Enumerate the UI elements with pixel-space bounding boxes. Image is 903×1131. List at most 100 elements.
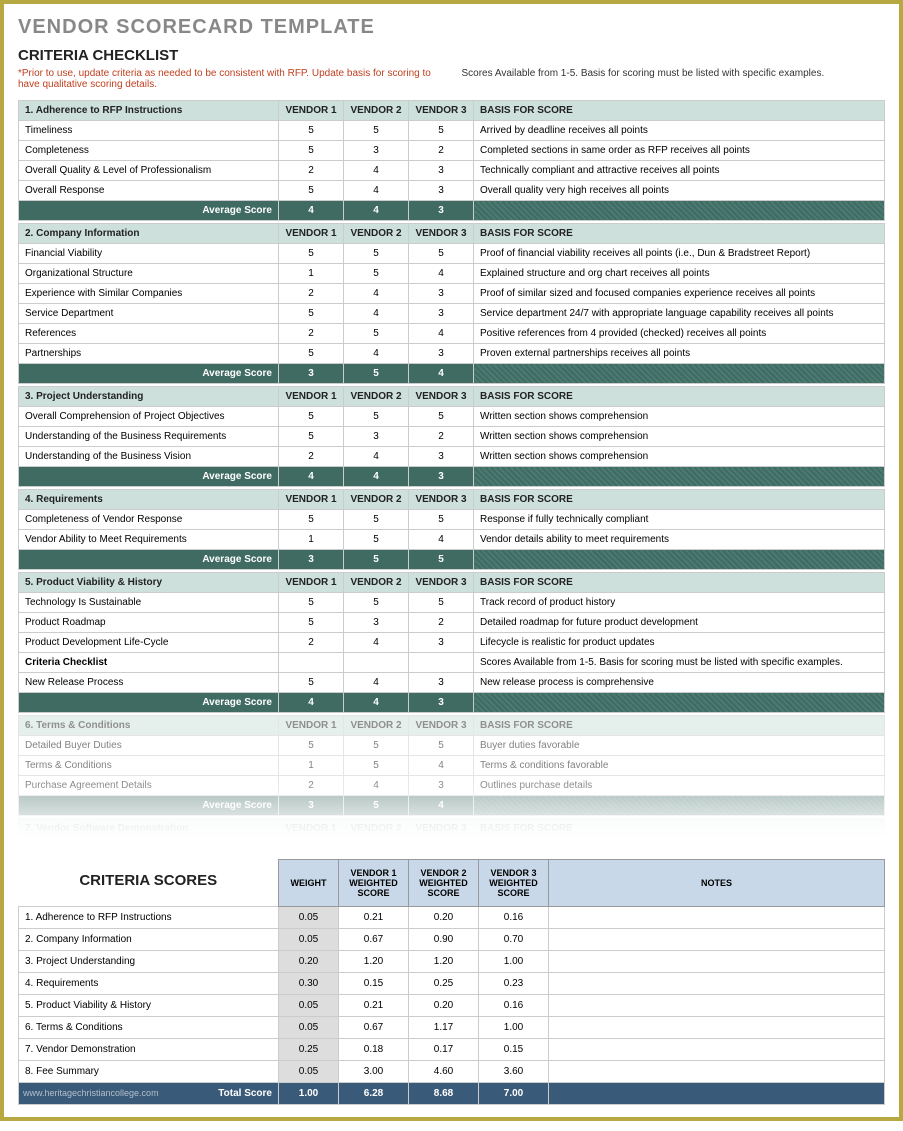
vendor2-score: 5	[344, 324, 409, 344]
vendor1-score: 2	[279, 324, 344, 344]
average-score-row: Average Score443	[19, 201, 885, 221]
basis-header: BASIS FOR SCORE	[474, 387, 885, 407]
avg-vendor3: 3	[409, 467, 474, 487]
score-criteria: 8. Fee Summary	[19, 1061, 279, 1083]
basis-text: Track record of product history	[474, 593, 885, 613]
score-weight: 0.05	[279, 995, 339, 1017]
vendor1-header: VENDOR 1	[279, 101, 344, 121]
score-vendor3: 0.23	[479, 973, 549, 995]
criteria-label: Understanding of the Business Vision	[19, 447, 279, 467]
basis-header: BASIS FOR SCORE	[474, 224, 885, 244]
criteria-label: Overall Comprehension of Project Objecti…	[19, 407, 279, 427]
score-vendor3: 1.00	[479, 1017, 549, 1039]
criteria-row: Terms & Conditions154Terms & conditions …	[19, 756, 885, 776]
vendor3-weighted-header: VENDOR 3 WEIGHTED SCORE	[479, 860, 549, 907]
criteria-row: Service Department543Service department …	[19, 304, 885, 324]
avg-vendor2: 5	[344, 364, 409, 384]
criteria-label: Organizational Structure	[19, 264, 279, 284]
section-header-row: 3. Project UnderstandingVENDOR 1VENDOR 2…	[19, 387, 885, 407]
basis-text: Overall quality very high receives all p…	[474, 181, 885, 201]
basis-header: BASIS FOR SCORE	[474, 716, 885, 736]
score-criteria: 5. Product Viability & History	[19, 995, 279, 1017]
vendor3-header: VENDOR 3	[409, 716, 474, 736]
avg-spacer	[474, 693, 885, 713]
vendor3-score: 5	[409, 121, 474, 141]
basis-text: Explained structure and org chart receiv…	[474, 264, 885, 284]
section-header-row: 2. Company InformationVENDOR 1VENDOR 2VE…	[19, 224, 885, 244]
score-vendor2: 0.90	[409, 929, 479, 951]
average-label: Average Score	[19, 467, 279, 487]
total-label-text: Total Score	[218, 1088, 272, 1099]
vendor3-score: 3	[409, 284, 474, 304]
vendor2-header: VENDOR 2	[344, 224, 409, 244]
score-weight: 0.05	[279, 929, 339, 951]
vendor3-score: 5	[409, 244, 474, 264]
avg-vendor2: 4	[344, 467, 409, 487]
section-title: 3. Project Understanding	[19, 387, 279, 407]
vendor2-score: 3	[344, 613, 409, 633]
vendor1-header: VENDOR 1	[279, 224, 344, 244]
score-weight: 0.25	[279, 1039, 339, 1061]
criteria-label: Completeness	[19, 141, 279, 161]
vendor1-score: 5	[279, 593, 344, 613]
vendor3-score: 5	[409, 510, 474, 530]
vendor2-score	[344, 653, 409, 673]
vendor3-header: VENDOR 3	[409, 490, 474, 510]
vendor1-header: VENDOR 1	[279, 387, 344, 407]
vendor2-score: 5	[344, 510, 409, 530]
score-row: 8. Fee Summary0.053.004.603.60	[19, 1061, 885, 1083]
basis-text: New release process is comprehensive	[474, 673, 885, 693]
criteria-label: Service Department	[19, 304, 279, 324]
watermark-text: www.heritagechristiancollege.com	[23, 1088, 159, 1098]
criteria-label: Overall Quality & Level of Professionali…	[19, 161, 279, 181]
criteria-row: Financial Viability555Proof of financial…	[19, 244, 885, 264]
score-criteria: 3. Project Understanding	[19, 951, 279, 973]
vendor1-score: 5	[279, 344, 344, 364]
vendor2-score: 4	[344, 181, 409, 201]
section-title: 7. Vendor Software Demonstration	[19, 819, 279, 839]
vendor1-score: 2	[279, 633, 344, 653]
total-score-row: www.heritagechristiancollege.com Total Sc…	[19, 1083, 885, 1105]
vendor3-header: VENDOR 3	[409, 224, 474, 244]
avg-vendor3: 3	[409, 201, 474, 221]
score-vendor3: 0.16	[479, 907, 549, 929]
vendor1-score: 5	[279, 141, 344, 161]
vendor1-weighted-header: VENDOR 1 WEIGHTED SCORE	[339, 860, 409, 907]
vendor3-score: 3	[409, 673, 474, 693]
vendor1-score: 2	[279, 161, 344, 181]
section-header-row: 7. Vendor Software DemonstrationVENDOR 1…	[19, 819, 885, 839]
scoring-note: Scores Available from 1-5. Basis for sco…	[462, 68, 886, 90]
score-vendor2: 4.60	[409, 1061, 479, 1083]
score-vendor1: 0.21	[339, 995, 409, 1017]
criteria-label: Technology Is Sustainable	[19, 593, 279, 613]
avg-vendor1: 4	[279, 201, 344, 221]
vendor3-score: 4	[409, 756, 474, 776]
score-vendor1: 0.67	[339, 1017, 409, 1039]
criteria-row: Partnerships543Proven external partnersh…	[19, 344, 885, 364]
vendor1-score: 2	[279, 776, 344, 796]
vendor1-score: 5	[279, 673, 344, 693]
basis-text: Service department 24/7 with appropriate…	[474, 304, 885, 324]
basis-text: Scores Available from 1-5. Basis for sco…	[474, 653, 885, 673]
page-title: VENDOR SCORECARD TEMPLATE	[18, 16, 885, 39]
vendor2-score: 4	[344, 673, 409, 693]
criteria-row: Completeness of Vendor Response555Respon…	[19, 510, 885, 530]
vendor1-header: VENDOR 1	[279, 819, 344, 839]
score-weight: 0.20	[279, 951, 339, 973]
vendor1-score: 5	[279, 427, 344, 447]
basis-text: Arrived by deadline receives all points	[474, 121, 885, 141]
section-title: 6. Terms & Conditions	[19, 716, 279, 736]
avg-vendor1: 3	[279, 550, 344, 570]
criteria-label: Product Development Life-Cycle	[19, 633, 279, 653]
vendor2-header: VENDOR 2	[344, 573, 409, 593]
criteria-row: Purchase Agreement Details243Outlines pu…	[19, 776, 885, 796]
total-label: www.heritagechristiancollege.com Total Sc…	[19, 1083, 279, 1105]
average-score-row: Average Score354	[19, 364, 885, 384]
score-weight: 0.05	[279, 1017, 339, 1039]
vendor1-score: 5	[279, 304, 344, 324]
vendor2-score: 5	[344, 756, 409, 776]
score-notes	[549, 907, 885, 929]
vendor3-header: VENDOR 3	[409, 573, 474, 593]
average-label: Average Score	[19, 201, 279, 221]
score-row: 4. Requirements0.300.150.250.23	[19, 973, 885, 995]
